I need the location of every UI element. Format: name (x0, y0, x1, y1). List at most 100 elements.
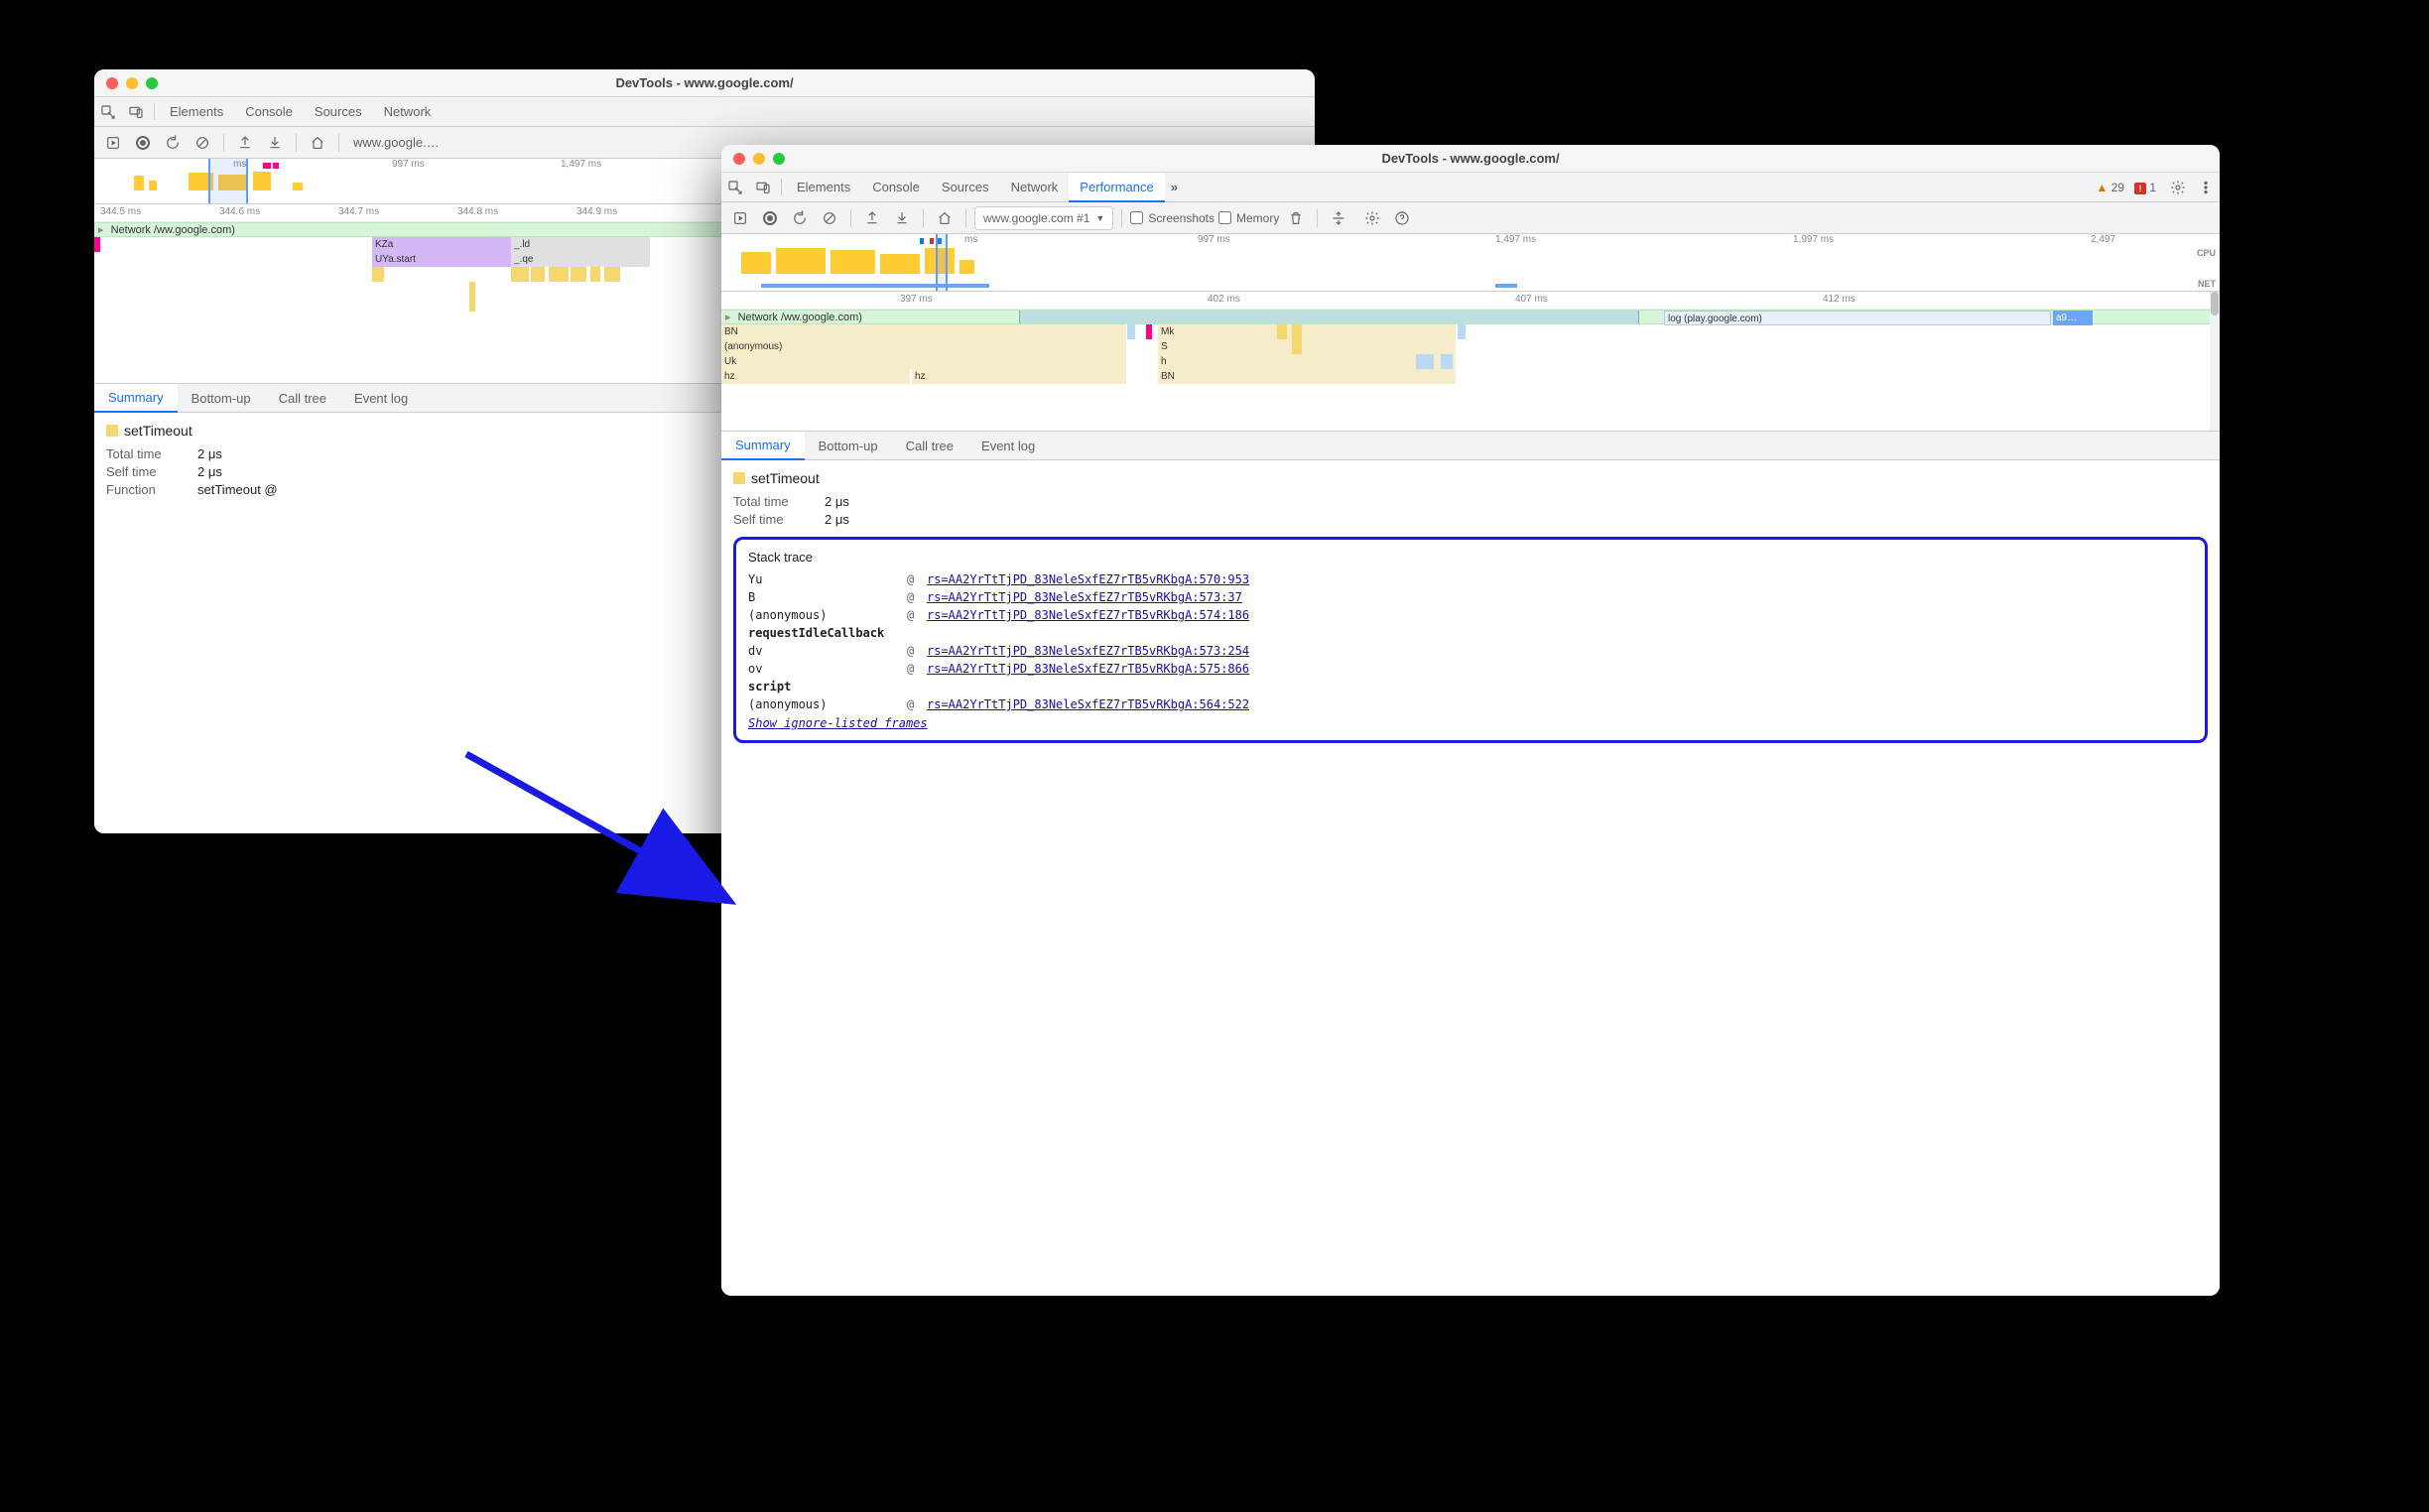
flame-block[interactable]: h (1158, 354, 1456, 369)
flame-block[interactable] (94, 237, 100, 252)
reload-icon[interactable] (160, 130, 186, 156)
flame-block[interactable] (1458, 324, 1466, 339)
flame-block[interactable]: S (1158, 339, 1456, 354)
capture-settings-icon[interactable] (1359, 205, 1385, 231)
flame-block[interactable] (1416, 354, 1434, 369)
clear-icon[interactable] (817, 205, 842, 231)
device-icon[interactable] (749, 173, 777, 201)
flame-block[interactable] (511, 267, 529, 282)
flame-block[interactable]: KZa (372, 237, 511, 252)
flame-block[interactable]: BN (721, 324, 1126, 339)
flame-block[interactable] (604, 267, 620, 282)
maximize-icon[interactable] (773, 153, 785, 165)
home-icon[interactable] (932, 205, 958, 231)
memory-checkbox[interactable]: Memory (1218, 211, 1279, 225)
flame-block[interactable]: BN (1158, 369, 1456, 384)
maximize-icon[interactable] (146, 77, 158, 89)
tab-summary[interactable]: Summary (721, 432, 805, 460)
download-icon[interactable] (262, 130, 288, 156)
record-icon[interactable] (757, 205, 783, 231)
gc-icon[interactable] (1283, 205, 1309, 231)
flame-block[interactable] (590, 267, 600, 282)
function-label: Function (106, 482, 186, 497)
flame-block[interactable] (1127, 324, 1135, 339)
help-icon[interactable] (1389, 205, 1415, 231)
expand-icon[interactable]: ▸ (98, 224, 104, 236)
flame-block[interactable] (1277, 324, 1287, 339)
flame-block[interactable] (1292, 324, 1302, 339)
flame-block[interactable]: UYa.start (372, 252, 511, 267)
flame-block[interactable]: log (play.google.com) (1664, 311, 2051, 325)
flame-block[interactable] (1146, 324, 1152, 339)
flame-block[interactable] (531, 267, 545, 282)
more-icon[interactable] (2192, 173, 2220, 201)
flame-block[interactable] (372, 267, 384, 282)
network-track[interactable]: ▸ Network /ww.google.com) log (play.goog… (721, 310, 2220, 324)
inspect-icon[interactable] (94, 97, 122, 126)
tab-event-log[interactable]: Event log (340, 384, 422, 412)
cpu-label: CPU (2197, 248, 2216, 258)
tab-network[interactable]: Network (1000, 173, 1070, 201)
tab-call-tree[interactable]: Call tree (892, 432, 967, 459)
clear-icon[interactable] (190, 130, 215, 156)
minimize-icon[interactable] (753, 153, 765, 165)
settings-icon[interactable] (2164, 173, 2192, 201)
tab-elements[interactable]: Elements (786, 173, 861, 201)
flame-block[interactable] (1441, 354, 1453, 369)
stack-location-link[interactable]: rs=AA2YrTtTjPD_83NeleSxfEZ7rTB5vRKbgA:57… (927, 608, 1249, 622)
stack-location-link[interactable]: rs=AA2YrTtTjPD_83NeleSxfEZ7rTB5vRKbgA:57… (927, 572, 1249, 586)
show-ignored-link[interactable]: Show ignore-listed frames (748, 716, 928, 730)
device-icon[interactable] (122, 97, 150, 126)
upload-icon[interactable] (859, 205, 885, 231)
tab-bottom-up[interactable]: Bottom-up (178, 384, 265, 412)
upload-icon[interactable] (232, 130, 258, 156)
tab-sources[interactable]: Sources (304, 97, 373, 126)
flame-block[interactable]: a9… (2053, 311, 2093, 325)
flame-block[interactable] (469, 282, 475, 312)
flame-block[interactable]: _.ld (511, 237, 650, 252)
warnings-badge[interactable]: ▲ 29 (2096, 181, 2124, 194)
flame-block[interactable]: hz (912, 369, 1126, 384)
tab-console[interactable]: Console (234, 97, 304, 126)
close-icon[interactable] (106, 77, 118, 89)
flame-block[interactable]: (anonymous) (721, 339, 1126, 354)
scrollbar[interactable] (2210, 292, 2220, 431)
flame-block[interactable]: _.qe (511, 252, 650, 267)
recording-select[interactable]: www.google.com #1 ▼ (974, 206, 1113, 230)
tab-console[interactable]: Console (861, 173, 931, 201)
tab-call-tree[interactable]: Call tree (265, 384, 340, 412)
errors-badge[interactable]: ! 1 (2134, 181, 2156, 194)
toggle-drawer-icon[interactable] (727, 205, 753, 231)
toggle-drawer-icon[interactable] (100, 130, 126, 156)
tab-performance[interactable]: Performance (1069, 173, 1164, 202)
stack-location-link[interactable]: rs=AA2YrTtTjPD_83NeleSxfEZ7rTB5vRKbgA:57… (927, 644, 1249, 658)
inspect-icon[interactable] (721, 173, 749, 201)
home-icon[interactable] (305, 130, 330, 156)
flame-block[interactable] (571, 267, 586, 282)
tab-bottom-up[interactable]: Bottom-up (805, 432, 892, 459)
screenshots-checkbox[interactable]: Screenshots (1130, 211, 1214, 225)
timeline-overview[interactable]: ms 997 ms 1,497 ms 1,997 ms 2,497 CPU NE… (721, 234, 2220, 292)
download-icon[interactable] (889, 205, 915, 231)
flame-block[interactable]: hz (721, 369, 910, 384)
close-icon[interactable] (733, 153, 745, 165)
flame-chart[interactable]: 397 ms 402 ms 407 ms 412 ms ▸ Network /w… (721, 292, 2220, 431)
collapse-icon[interactable] (1326, 205, 1351, 231)
reload-icon[interactable] (787, 205, 813, 231)
tabs-overflow[interactable]: » (1165, 173, 1182, 201)
tab-sources[interactable]: Sources (931, 173, 1000, 201)
flame-block[interactable] (549, 267, 569, 282)
minimize-icon[interactable] (126, 77, 138, 89)
stack-location-link[interactable]: rs=AA2YrTtTjPD_83NeleSxfEZ7rTB5vRKbgA:57… (927, 590, 1242, 604)
stack-location-link[interactable]: rs=AA2YrTtTjPD_83NeleSxfEZ7rTB5vRKbgA:56… (927, 697, 1249, 711)
flame-block[interactable]: Mk (1158, 324, 1456, 339)
expand-icon[interactable]: ▸ (725, 312, 731, 323)
flame-block[interactable]: Uk (721, 354, 1126, 369)
tab-elements[interactable]: Elements (159, 97, 234, 126)
record-icon[interactable] (130, 130, 156, 156)
tab-event-log[interactable]: Event log (967, 432, 1049, 459)
flame-block[interactable] (1292, 339, 1302, 354)
tab-network[interactable]: Network (373, 97, 443, 126)
stack-location-link[interactable]: rs=AA2YrTtTjPD_83NeleSxfEZ7rTB5vRKbgA:57… (927, 662, 1249, 676)
tab-summary[interactable]: Summary (94, 384, 178, 413)
